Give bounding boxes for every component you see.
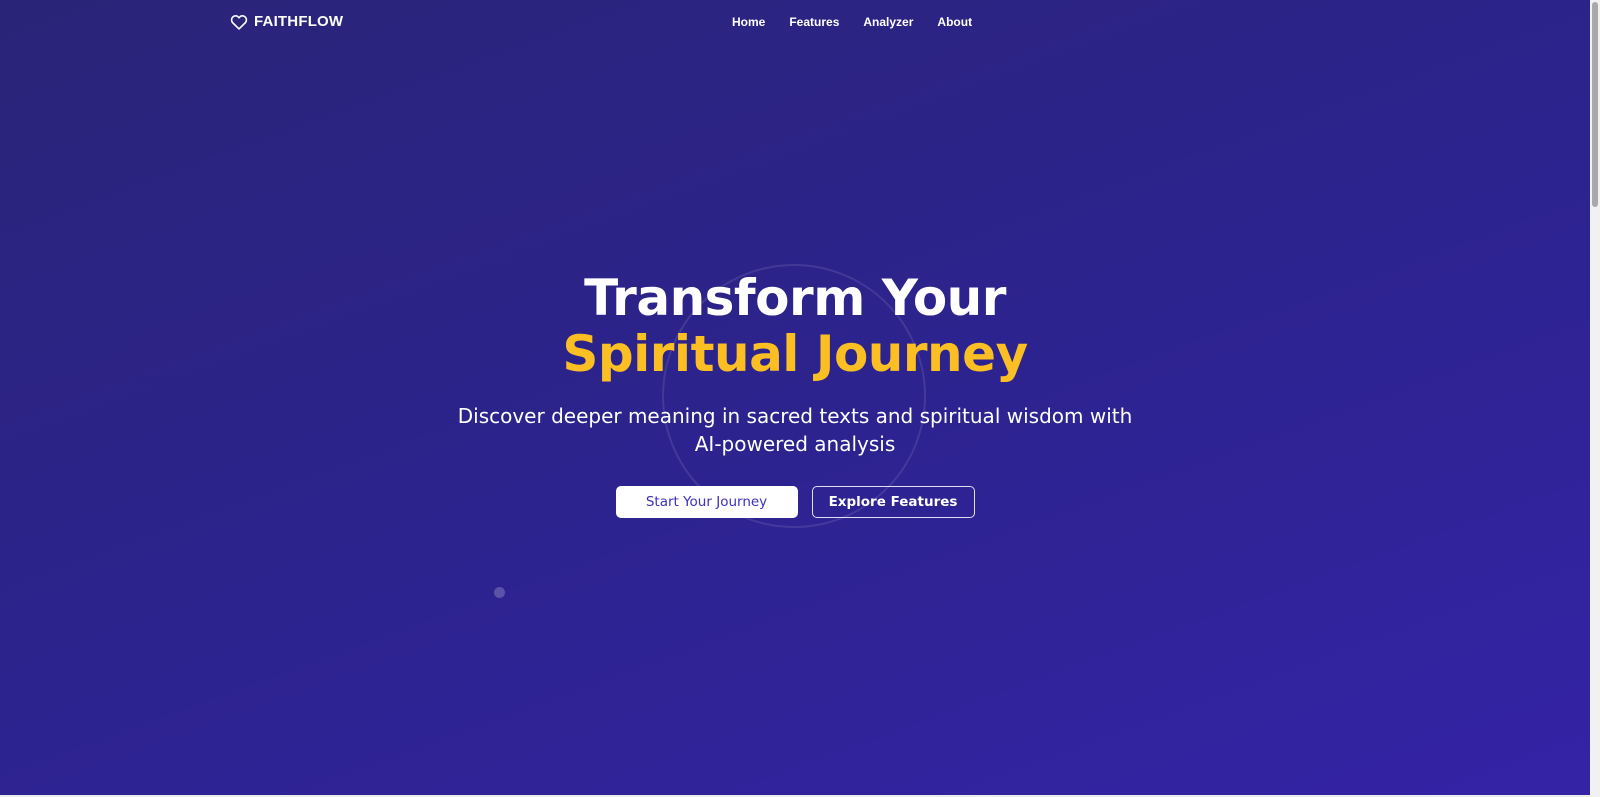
hero-actions: Start Your Journey Explore Features [0, 486, 1590, 518]
top-navbar: FAITHFLOW Home Features Analyzer About [0, 0, 1590, 46]
scrollbar-thumb[interactable] [1592, 2, 1598, 207]
brand-logo[interactable]: FAITHFLOW [230, 13, 343, 30]
landing-page: FAITHFLOW Home Features Analyzer About T… [0, 0, 1600, 797]
hero-section: Transform Your Spiritual Journey Discove… [0, 270, 1590, 518]
hero-title-line1: Transform Your [584, 269, 1006, 327]
vertical-scrollbar[interactable] [1590, 0, 1600, 797]
heart-icon [230, 14, 248, 30]
hero-title-line2: Spiritual Journey [562, 325, 1028, 383]
main-nav: Home Features Analyzer About [732, 15, 972, 29]
nav-link-features[interactable]: Features [789, 15, 839, 29]
hero-title: Transform Your Spiritual Journey [0, 270, 1590, 382]
explore-features-button[interactable]: Explore Features [811, 486, 975, 518]
nav-link-analyzer[interactable]: Analyzer [863, 15, 913, 29]
nav-link-home[interactable]: Home [732, 15, 765, 29]
start-journey-button[interactable]: Start Your Journey [615, 486, 798, 518]
brand-name: FAITHFLOW [254, 13, 344, 30]
decorative-dot [494, 587, 505, 598]
nav-link-about[interactable]: About [937, 15, 972, 29]
hero-subtitle: Discover deeper meaning in sacred texts … [457, 404, 1133, 456]
